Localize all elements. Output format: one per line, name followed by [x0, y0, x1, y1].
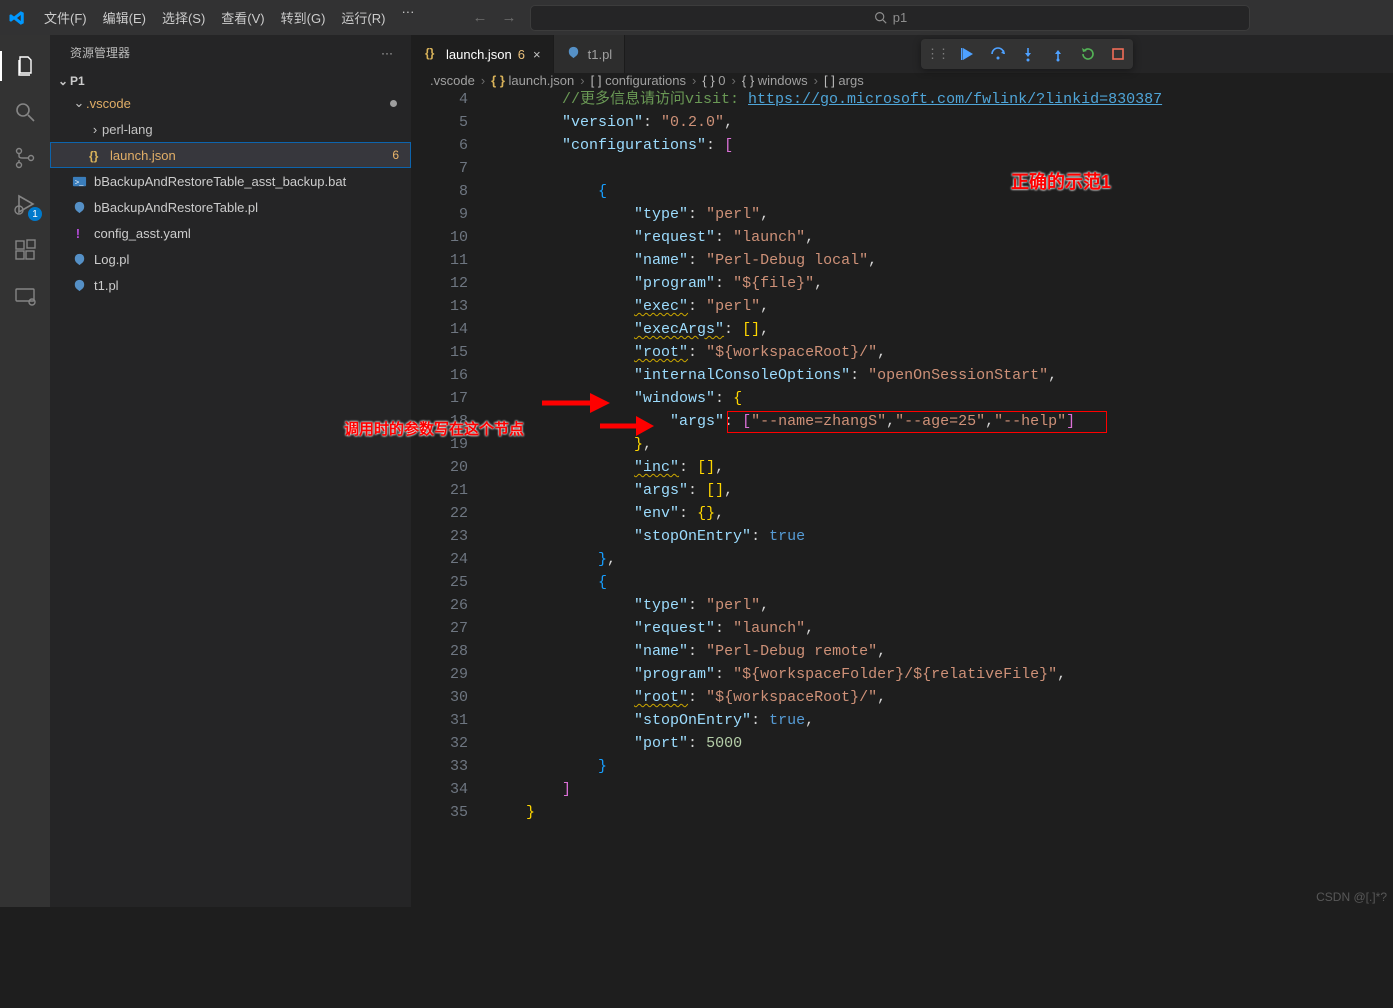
file-name: t1.pl — [94, 278, 119, 293]
remote-icon — [13, 284, 37, 308]
vscode-logo-icon — [8, 9, 26, 27]
breadcrumbs[interactable]: .vscode›{ } launch.json›[ ] configuratio… — [412, 73, 1393, 88]
folder-item[interactable]: ›perl-lang — [50, 116, 411, 142]
file-item[interactable]: bBackupAndRestoreTable.pl — [50, 194, 411, 220]
file-name: launch.json — [110, 148, 176, 163]
file-icon — [72, 252, 94, 267]
chevron-down-icon: ⌄ — [56, 74, 70, 88]
debug-stop-button[interactable] — [1107, 43, 1129, 65]
file-name: bBackupAndRestoreTable_asst_backup.bat — [94, 174, 346, 189]
file-icon — [72, 200, 94, 215]
annotation-text-1: 正确的示范1 — [1011, 171, 1111, 194]
file-name: config_asst.yaml — [94, 226, 191, 241]
search-icon — [874, 11, 887, 24]
file-icon — [72, 278, 94, 293]
nav-back-icon[interactable]: ← — [472, 9, 487, 26]
activity-bar: 1 — [0, 35, 50, 907]
menu-file[interactable]: 文件(F) — [36, 4, 95, 31]
sidebar-explorer: 资源管理器 ··· ⌄ P1 ⌄.vscode›perl-lang{}launc… — [50, 35, 412, 907]
file-item[interactable]: t1.pl — [50, 272, 411, 298]
extensions-icon — [13, 238, 37, 262]
editor-tab[interactable]: t1.pl — [554, 35, 626, 73]
files-icon — [13, 54, 37, 78]
file-item[interactable]: >_ bBackupAndRestoreTable_asst_backup.bat — [50, 168, 411, 194]
debug-restart-button[interactable] — [1077, 43, 1099, 65]
breadcrumb-segment[interactable]: { } 0 — [702, 73, 725, 88]
nav-history: ← → — [472, 9, 516, 26]
tab-modified-badge: 6 — [518, 47, 525, 62]
chevron-icon: ⌄ — [72, 95, 86, 111]
debug-toolbar[interactable]: ⋮⋮ — [921, 39, 1133, 69]
code-editor[interactable]: 4567891011121314151617181920212223242526… — [412, 88, 1393, 1008]
folder-item[interactable]: ⌄.vscode — [50, 90, 411, 116]
file-icon: >_ — [72, 174, 94, 189]
menu-select[interactable]: 选择(S) — [154, 4, 213, 31]
svg-text:!: ! — [76, 226, 80, 241]
svg-text:{}: {} — [425, 46, 435, 60]
nav-forward-icon[interactable]: → — [501, 9, 516, 26]
editor-area: {} launch.json 6 × t1.pl ⋮⋮ .vscode›{ } laun… — [412, 35, 1393, 907]
explorer-root-header[interactable]: ⌄ P1 — [50, 72, 411, 90]
menu-goto[interactable]: 转到(G) — [273, 4, 334, 31]
menu-bar: 文件(F) 编辑(E) 选择(S) 查看(V) 转到(G) 运行(R) ··· — [36, 4, 422, 31]
file-item[interactable]: {} launch.json 6 — [50, 142, 411, 168]
file-item[interactable]: ! config_asst.yaml — [50, 220, 411, 246]
annotation-redbox — [727, 411, 1107, 433]
watermark: CSDN @[.]*? — [1316, 890, 1387, 904]
folder-name: perl-lang — [102, 122, 153, 137]
annotation-text-2: 调用时的参数写在这个节点 — [344, 418, 524, 441]
file-name: bBackupAndRestoreTable.pl — [94, 200, 258, 215]
breadcrumb-segment[interactable]: [ ] args — [824, 73, 864, 88]
source-control-icon — [13, 146, 37, 170]
svg-text:>_: >_ — [75, 177, 84, 186]
menu-run[interactable]: 运行(R) — [333, 4, 393, 31]
search-icon — [13, 100, 37, 124]
sidebar-actions-more[interactable]: ··· — [381, 46, 393, 60]
file-tree: ⌄.vscode›perl-lang{}launch.json6>_bBacku… — [50, 90, 411, 298]
activity-search[interactable] — [10, 97, 40, 127]
file-icon: ! — [72, 226, 94, 241]
debug-step-out-button[interactable] — [1047, 43, 1069, 65]
debug-step-into-button[interactable] — [1017, 43, 1039, 65]
chevron-icon: › — [88, 122, 102, 137]
svg-text:{}: {} — [89, 149, 99, 163]
folder-name: .vscode — [86, 96, 131, 111]
editor-tab[interactable]: {} launch.json 6 × — [412, 35, 554, 73]
titlebar: 文件(F) 编辑(E) 选择(S) 查看(V) 转到(G) 运行(R) ··· … — [0, 0, 1393, 35]
command-center[interactable]: p1 — [530, 5, 1250, 31]
sidebar-header: 资源管理器 ··· — [50, 35, 411, 70]
file-icon: {} — [88, 148, 110, 163]
modified-dot-icon — [390, 100, 397, 107]
breadcrumb-segment[interactable]: .vscode — [430, 73, 475, 88]
activity-explorer[interactable] — [10, 51, 40, 81]
drag-grip-icon[interactable]: ⋮⋮ — [926, 46, 948, 62]
activity-extensions[interactable] — [10, 235, 40, 265]
debug-continue-button[interactable] — [957, 43, 979, 65]
line-number-gutter: 4567891011121314151617181920212223242526… — [412, 88, 490, 1008]
menu-edit[interactable]: 编辑(E) — [95, 4, 154, 31]
file-name: Log.pl — [94, 252, 129, 267]
breadcrumb-segment[interactable]: [ ] configurations — [591, 73, 686, 88]
activity-scm[interactable] — [10, 143, 40, 173]
breadcrumb-segment[interactable]: { } windows — [742, 73, 808, 88]
close-icon[interactable]: × — [533, 47, 541, 62]
tab-title: launch.json — [446, 47, 512, 62]
file-item[interactable]: Log.pl — [50, 246, 411, 272]
debug-badge: 1 — [28, 207, 42, 221]
tab-title: t1.pl — [588, 47, 613, 62]
file-icon — [566, 45, 581, 63]
menu-overflow[interactable]: ··· — [393, 4, 422, 31]
workspace-name: P1 — [70, 74, 85, 88]
command-center-text: p1 — [893, 10, 907, 25]
debug-step-over-button[interactable] — [987, 43, 1009, 65]
editor-tabs: {} launch.json 6 × t1.pl ⋮⋮ — [412, 35, 1393, 73]
breadcrumb-segment[interactable]: { } launch.json — [491, 73, 574, 88]
sidebar-title: 资源管理器 — [70, 44, 130, 61]
menu-view[interactable]: 查看(V) — [213, 4, 272, 31]
activity-debug[interactable]: 1 — [10, 189, 40, 219]
file-icon: {} — [424, 45, 439, 63]
activity-remote[interactable] — [10, 281, 40, 311]
code-content[interactable]: //更多信息请访问visit: https://go.microsoft.com… — [490, 88, 1393, 1008]
problems-badge: 6 — [392, 148, 399, 162]
